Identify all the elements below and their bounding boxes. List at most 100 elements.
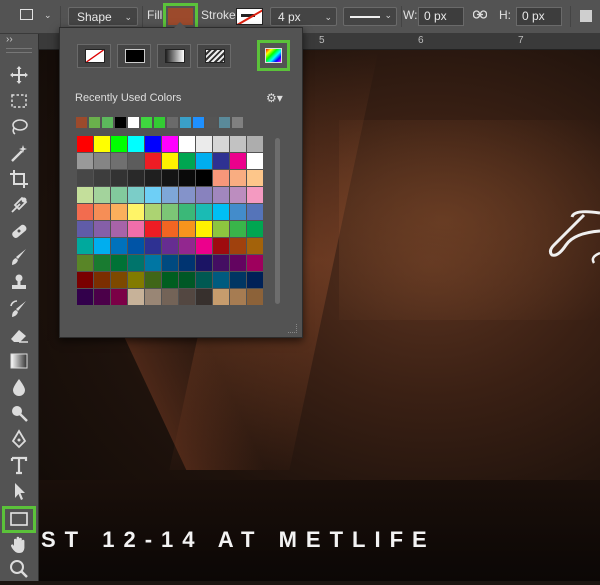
color-swatch[interactable] — [247, 255, 263, 271]
recent-color-swatch[interactable] — [128, 117, 139, 128]
color-swatch[interactable] — [230, 255, 246, 271]
color-swatch[interactable] — [179, 187, 195, 203]
color-swatch[interactable] — [179, 221, 195, 237]
pen-tool-icon[interactable] — [8, 428, 30, 450]
path-operations-icon[interactable] — [579, 9, 593, 23]
color-swatch[interactable] — [94, 221, 110, 237]
crop-tool-icon[interactable] — [8, 168, 30, 190]
color-swatch[interactable] — [128, 255, 144, 271]
gradient-button[interactable] — [157, 44, 191, 68]
recent-color-swatch[interactable] — [206, 117, 217, 128]
color-swatch[interactable] — [145, 238, 161, 254]
color-swatch[interactable] — [128, 153, 144, 169]
color-swatch[interactable] — [111, 204, 127, 220]
color-swatch[interactable] — [111, 170, 127, 186]
color-swatch[interactable] — [230, 289, 246, 305]
collapse-panel-icon[interactable]: ›› — [6, 34, 13, 45]
color-swatch[interactable] — [77, 153, 93, 169]
color-swatch[interactable] — [145, 221, 161, 237]
color-swatch[interactable] — [77, 221, 93, 237]
color-swatch[interactable] — [128, 170, 144, 186]
color-swatch[interactable] — [179, 238, 195, 254]
blur-tool-icon[interactable] — [8, 376, 30, 398]
color-swatch[interactable] — [196, 187, 212, 203]
resize-handle[interactable] — [288, 324, 297, 333]
tool-mode-select[interactable]: Shape ⌄ — [68, 7, 138, 26]
color-swatch[interactable] — [77, 272, 93, 288]
color-swatch[interactable] — [230, 170, 246, 186]
color-swatch[interactable] — [128, 289, 144, 305]
color-swatch[interactable] — [94, 238, 110, 254]
color-swatch[interactable] — [94, 204, 110, 220]
eyedropper-tool-icon[interactable] — [8, 194, 30, 216]
color-swatch[interactable] — [213, 204, 229, 220]
color-swatch[interactable] — [94, 153, 110, 169]
color-swatch[interactable] — [247, 221, 263, 237]
dodge-tool-icon[interactable] — [8, 402, 30, 424]
type-tool-icon[interactable] — [8, 454, 30, 476]
color-swatch[interactable] — [196, 289, 212, 305]
color-swatch[interactable] — [247, 187, 263, 203]
color-swatch[interactable] — [128, 204, 144, 220]
color-swatch[interactable] — [162, 221, 178, 237]
color-swatch[interactable] — [162, 136, 178, 152]
color-swatch[interactable] — [162, 187, 178, 203]
color-swatch[interactable] — [145, 255, 161, 271]
color-swatch[interactable] — [196, 153, 212, 169]
color-swatch[interactable] — [128, 272, 144, 288]
recent-color-swatch[interactable] — [219, 117, 230, 128]
stroke-type-select[interactable]: ⌄ — [343, 7, 397, 26]
healing-brush-tool-icon[interactable] — [8, 220, 30, 242]
color-swatch[interactable] — [213, 255, 229, 271]
color-swatch[interactable] — [230, 272, 246, 288]
recent-color-swatch[interactable] — [167, 117, 178, 128]
color-swatch[interactable] — [111, 153, 127, 169]
color-swatch[interactable] — [213, 289, 229, 305]
stroke-width-input[interactable]: 4 px ⌄ — [270, 7, 337, 26]
color-swatch[interactable] — [145, 289, 161, 305]
recent-color-swatch[interactable] — [76, 117, 87, 128]
color-swatch[interactable] — [247, 136, 263, 152]
history-brush-tool-icon[interactable] — [8, 298, 30, 320]
move-tool-icon[interactable] — [8, 64, 30, 86]
recent-color-swatch[interactable] — [89, 117, 100, 128]
brush-tool-icon[interactable] — [8, 246, 30, 268]
color-swatch[interactable] — [247, 289, 263, 305]
panel-grip[interactable] — [6, 48, 32, 53]
hand-tool-icon[interactable] — [8, 534, 30, 556]
color-swatch[interactable] — [247, 272, 263, 288]
color-swatch[interactable] — [128, 136, 144, 152]
color-swatch[interactable] — [230, 221, 246, 237]
link-dimensions-icon[interactable] — [473, 10, 487, 19]
color-swatch[interactable] — [77, 289, 93, 305]
recent-color-swatch[interactable] — [180, 117, 191, 128]
color-swatch[interactable] — [94, 136, 110, 152]
magic-wand-tool-icon[interactable] — [8, 142, 30, 164]
color-swatch[interactable] — [145, 136, 161, 152]
recent-color-swatch[interactable] — [193, 117, 204, 128]
recent-color-swatch[interactable] — [102, 117, 113, 128]
color-swatch[interactable] — [213, 187, 229, 203]
color-swatch[interactable] — [213, 170, 229, 186]
height-field[interactable]: 0 px — [516, 7, 562, 26]
color-swatch[interactable] — [145, 187, 161, 203]
chevron-down-icon[interactable]: ⌄ — [44, 10, 52, 21]
color-swatch[interactable] — [179, 272, 195, 288]
stroke-color-swatch[interactable] — [236, 8, 263, 25]
color-picker-button[interactable] — [257, 40, 290, 71]
color-swatch[interactable] — [162, 153, 178, 169]
color-swatch[interactable] — [196, 136, 212, 152]
color-swatch[interactable] — [77, 187, 93, 203]
color-swatch[interactable] — [196, 255, 212, 271]
color-swatch[interactable] — [196, 204, 212, 220]
pattern-button[interactable] — [197, 44, 231, 68]
swatch-scrollbar[interactable] — [275, 138, 280, 304]
color-swatch[interactable] — [94, 289, 110, 305]
color-swatch[interactable] — [179, 204, 195, 220]
color-swatch[interactable] — [111, 136, 127, 152]
color-swatch[interactable] — [111, 187, 127, 203]
color-swatch[interactable] — [230, 204, 246, 220]
color-swatch[interactable] — [162, 272, 178, 288]
gradient-tool-icon[interactable] — [8, 350, 30, 372]
color-swatch[interactable] — [213, 238, 229, 254]
